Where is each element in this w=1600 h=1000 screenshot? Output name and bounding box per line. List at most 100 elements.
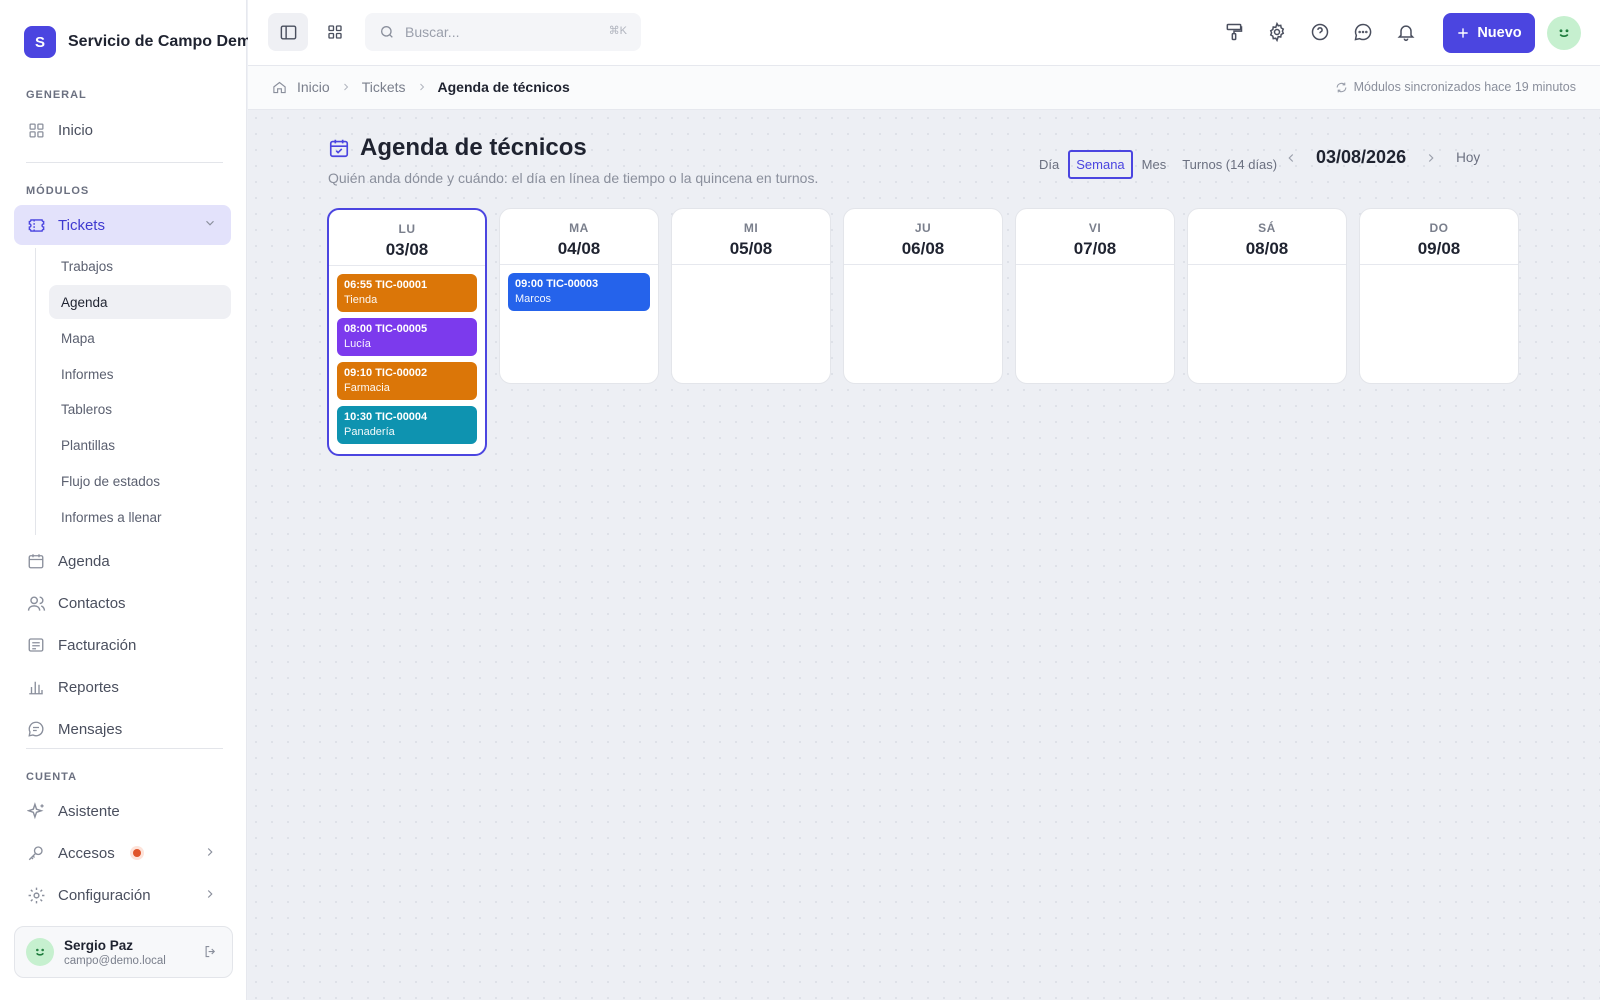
subnav-item-plantillas[interactable]: Plantillas [49,428,231,462]
day-column[interactable]: VI 07/08 [1015,208,1175,384]
sidebar-item-agenda[interactable]: Agenda [14,542,231,580]
event-card[interactable]: 10:30 TIC-00004 Panadería [337,406,477,444]
chevron-right-icon[interactable] [1424,151,1438,165]
day-date: 06/08 [901,239,945,258]
sidebar: S Servicio de Campo Demo GENERAL Inicio … [0,0,261,1000]
day-name: DO [1429,221,1449,235]
new-button-label: Nuevo [1477,25,1522,41]
sidebar-item-accesos[interactable]: Accesos [14,834,231,872]
sidebar-item-inicio[interactable]: Inicio [14,111,231,149]
brand[interactable]: S Servicio de Campo Demo [24,26,261,58]
day-date: 03/08 [385,240,429,259]
chevron-left-icon[interactable] [1284,151,1298,165]
new-button[interactable]: Nuevo [1443,13,1535,53]
sidebar-item-label: Mensajes [58,720,123,738]
chat-icon [1353,22,1373,42]
sidebar-item-reportes[interactable]: Reportes [14,668,231,706]
today-button[interactable]: Hoy [1456,150,1480,165]
ticket-icon [26,215,46,235]
apps-button[interactable] [315,13,355,51]
search-icon [379,24,395,40]
page-title: Agenda de técnicos [360,134,587,161]
chevron-right-icon [416,81,428,93]
subnav-item-informes-llenar[interactable]: Informes a llenar [49,500,231,534]
subnav-item-trabajos[interactable]: Trabajos [49,249,231,283]
tab-dia[interactable]: Día [1032,151,1066,178]
event-list [844,265,1002,273]
view-switcher: Día Semana Mes Turnos (14 días) [1032,150,1284,179]
sidebar-toggle-button[interactable] [268,13,308,51]
day-date: 05/08 [729,239,773,258]
paint-roller-button[interactable] [1221,19,1247,45]
avatar[interactable] [1547,16,1581,50]
sparkles-icon [26,801,46,821]
calendar-icon [26,551,46,571]
event-list: 06:55 TIC-00001 Tienda 08:00 TIC-00005 Lucí… [329,266,485,444]
search-shortcut: ⌘K [608,25,627,37]
day-column[interactable]: MA 04/08 09:00 TIC-00003 Marcos [499,208,659,384]
day-name: SÁ [1258,221,1276,235]
subnav-item-mapa[interactable]: Mapa [49,321,231,355]
tab-mes[interactable]: Mes [1135,151,1174,178]
page-subtitle: Quién anda dónde y cuándo: el día en lín… [328,170,819,186]
event-list [1360,265,1518,273]
breadcrumb-current: Agenda de técnicos [437,79,570,95]
subnav-item-tableros[interactable]: Tableros [49,392,231,426]
section-label-cuenta: CUENTA [26,771,78,783]
grid-icon [26,120,46,140]
day-header: LU 03/08 [329,210,485,266]
sync-status: Módulos sincronizados hace 19 minutos [1335,80,1576,94]
day-name: VI [1088,221,1102,235]
sidebar-item-label: Agenda [58,552,110,570]
sidebar-item-mensajes[interactable]: Mensajes [14,710,231,748]
breadcrumb-tickets[interactable]: Tickets [362,79,406,95]
day-date: 07/08 [1073,239,1117,258]
chevron-down-icon[interactable] [203,216,217,230]
subnav-item-flujo[interactable]: Flujo de estados [49,464,231,498]
logout-icon[interactable] [203,944,218,959]
day-header: VI 07/08 [1016,209,1174,265]
day-column[interactable]: MI 05/08 [671,208,831,384]
search-input[interactable]: Buscar... ⌘K [365,13,641,51]
notifications-button[interactable] [1393,19,1419,45]
settings-button[interactable] [1264,19,1290,45]
day-header: MA 04/08 [500,209,658,265]
day-column[interactable]: LU 03/08 06:55 TIC-00001 Tienda 08:00 TIC-00… [327,208,487,456]
breadcrumb-inicio[interactable]: Inicio [297,79,330,95]
day-name: MI [743,221,759,235]
calendar-check-icon [328,137,350,159]
event-card[interactable]: 09:00 TIC-00003 Marcos [508,273,650,311]
subnav-line [35,248,36,535]
subnav-item-agenda[interactable]: Agenda [49,285,231,319]
search-placeholder: Buscar... [405,24,460,40]
event-card[interactable]: 06:55 TIC-00001 Tienda [337,274,477,312]
event-card[interactable]: 09:10 TIC-00002 Farmacia [337,362,477,400]
day-column[interactable]: DO 09/08 [1359,208,1519,384]
event-card[interactable]: 08:00 TIC-00005 Lucía [337,318,477,356]
user-email: campo@demo.local [64,954,166,967]
day-column[interactable]: JU 06/08 [843,208,1003,384]
home-icon[interactable] [272,80,287,95]
breadcrumb-bar: Inicio Tickets Agenda de técnicos Módulo… [248,66,1600,110]
chevron-right-icon [340,81,352,93]
sidebar-item-tickets[interactable]: Tickets [14,205,231,245]
tab-semana[interactable]: Semana [1068,150,1133,179]
refresh-icon [1335,81,1348,94]
sidebar-item-label: Tickets [58,216,105,234]
sidebar-item-label: Configuración [58,886,151,904]
day-column[interactable]: SÁ 08/08 [1187,208,1347,384]
sidebar-item-asistente[interactable]: Asistente [14,792,231,830]
day-header: JU 06/08 [844,209,1002,265]
tab-turnos[interactable]: Turnos (14 días) [1175,151,1284,178]
sidebar-item-configuracion[interactable]: Configuración [14,876,231,914]
event-list: 09:00 TIC-00003 Marcos [500,265,658,311]
sidebar-item-facturacion[interactable]: Facturación [14,626,231,664]
subnav-item-informes[interactable]: Informes [49,357,231,391]
help-button[interactable] [1307,19,1333,45]
sidebar-toggle-icon [279,23,298,42]
section-label-modulos: MÓDULOS [26,185,90,197]
sidebar-item-contactos[interactable]: Contactos [14,584,231,622]
chat-button[interactable] [1350,19,1376,45]
user-card[interactable]: Sergio Paz campo@demo.local [14,926,233,978]
day-date: 09/08 [1417,239,1461,258]
